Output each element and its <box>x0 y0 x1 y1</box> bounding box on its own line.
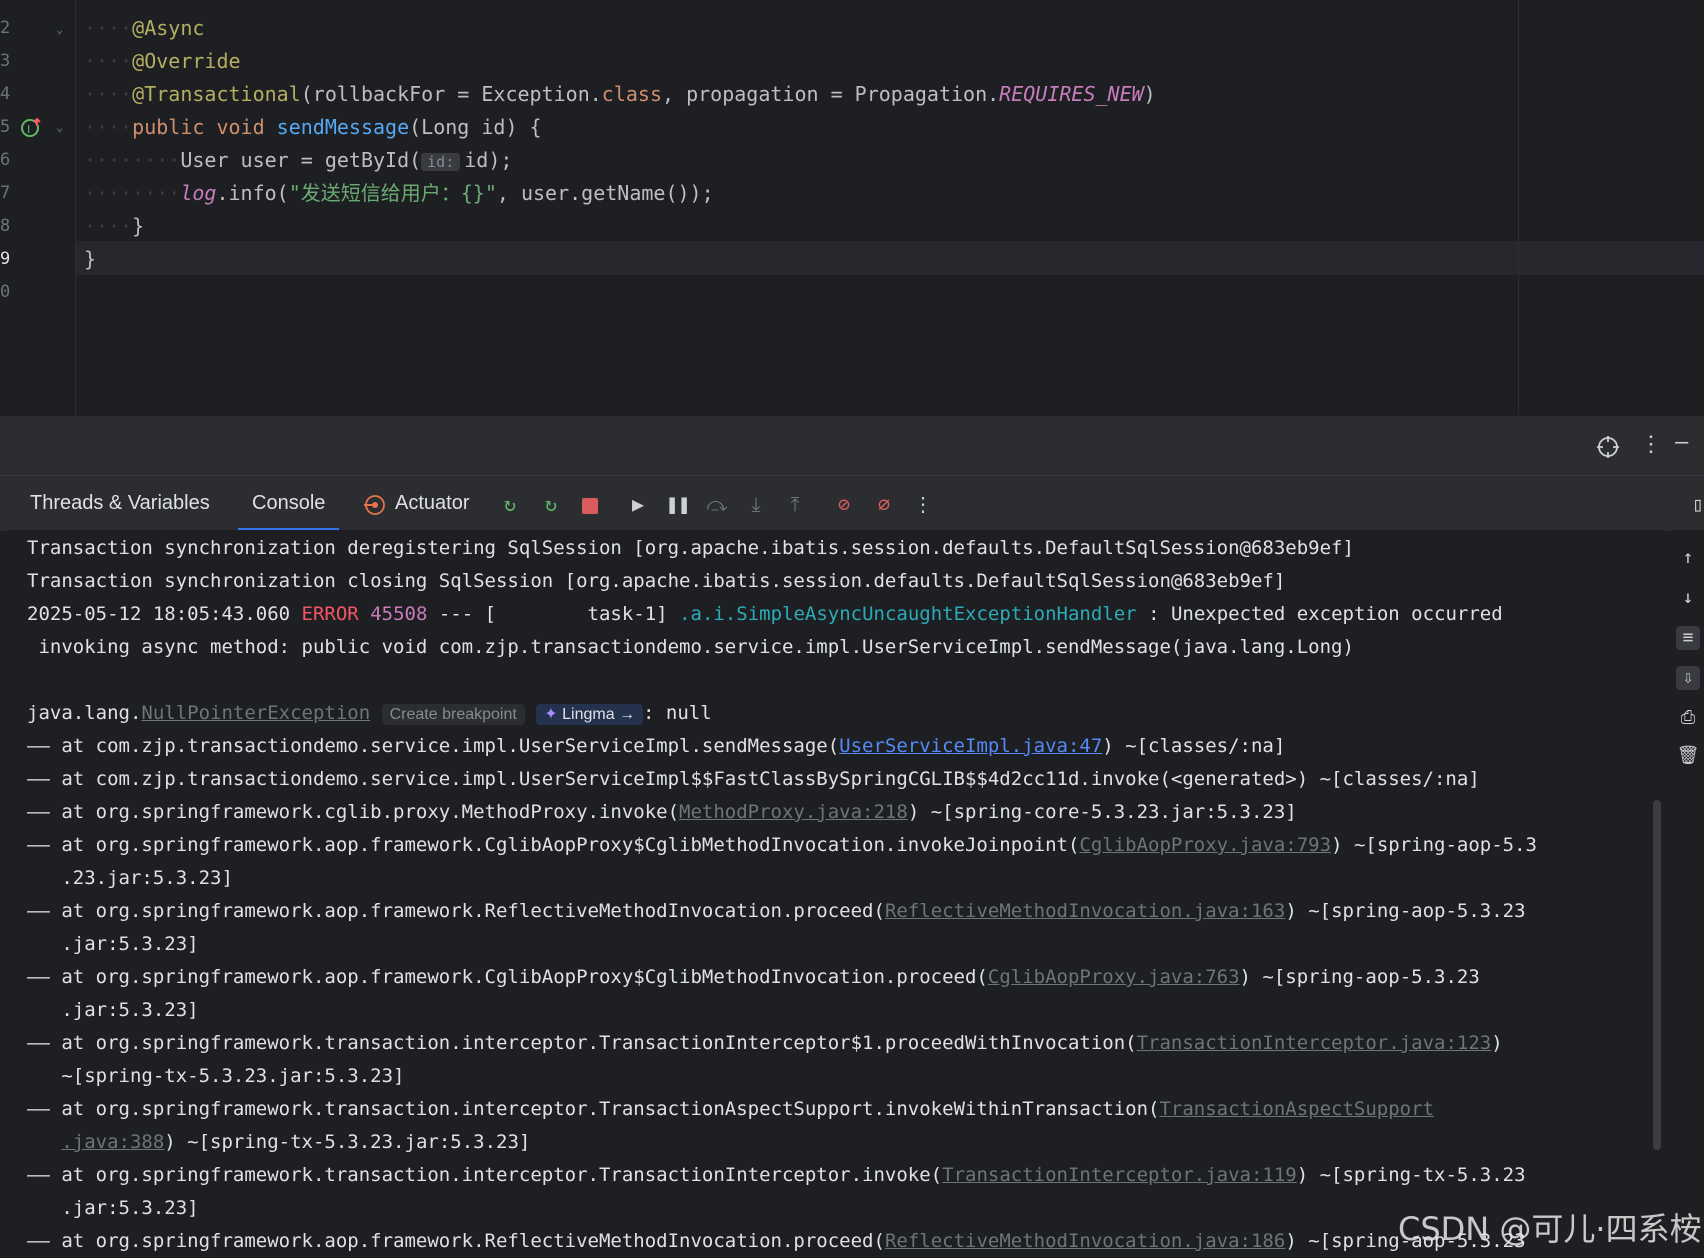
line-number: 6 <box>0 150 11 170</box>
code-line: ····@Override <box>84 49 241 73</box>
line-number: 3 <box>0 51 11 71</box>
crosshair-icon[interactable] <box>1596 435 1620 459</box>
layout-icon[interactable]: ▯ <box>1686 492 1704 516</box>
step-over-icon[interactable]: ⤼ <box>705 492 729 516</box>
stack-frame: —— at org.springframework.aop.framework.… <box>27 966 1480 988</box>
stop-icon[interactable] <box>578 492 602 516</box>
debug-panel-header: ⋮ — <box>0 415 1704 476</box>
stack-frame: —— at org.springframework.cglib.proxy.Me… <box>27 801 1297 823</box>
resume-icon[interactable]: ▶ <box>626 492 650 516</box>
line-number: 8 <box>0 216 11 236</box>
debug-toolbar: Threads & Variables Console Actuator ↻ ↻… <box>0 475 1704 531</box>
console-line: java.lang.NullPointerException Create br… <box>27 702 712 725</box>
stack-frame: —— at org.springframework.aop.framework.… <box>27 900 1526 922</box>
code-line: ····@Transactional(rollbackFor = Excepti… <box>84 82 1156 106</box>
console-scrollbar[interactable] <box>1653 800 1661 1150</box>
current-line-highlight <box>76 241 1704 275</box>
stack-frame: —— at com.zjp.transactiondemo.service.im… <box>27 735 1286 757</box>
scroll-down-icon[interactable]: ↓ <box>1676 586 1700 610</box>
editor-gutter: 2 3 4 5 6 7 8 9 0 ⌄ ⌄ I <box>0 0 76 415</box>
console-line: invoking async method: public void com.z… <box>27 636 1354 658</box>
more-options-icon[interactable]: ⋮ <box>1640 432 1662 457</box>
stack-frame-cont: .java:388) ~[spring-tx-5.3.23.jar:5.3.23… <box>61 1131 531 1153</box>
rerun-debug-icon[interactable]: ↻ <box>539 492 563 516</box>
source-link[interactable]: .java:388 <box>61 1131 164 1153</box>
console-line: Transaction synchronization closing SqlS… <box>27 570 1286 592</box>
create-breakpoint-button[interactable]: Create breakpoint <box>381 704 525 725</box>
stack-frame: —— at org.springframework.aop.framework.… <box>27 834 1537 856</box>
mute-breakpoints-icon[interactable]: ⌀ <box>872 492 896 516</box>
line-number: 5 <box>0 117 11 137</box>
more-actions-icon[interactable]: ⋮ <box>911 492 935 516</box>
lingma-button[interactable]: ✦ Lingma → <box>536 704 644 725</box>
pause-icon[interactable]: ❚❚ <box>666 492 690 516</box>
rerun-icon[interactable]: ↻ <box>498 492 522 516</box>
code-line: ········User user = getById(id: id); <box>84 148 513 172</box>
console-line: Transaction synchronization deregisterin… <box>27 537 1354 559</box>
tab-threads-variables[interactable]: Threads & Variables <box>30 476 210 531</box>
stack-frame: —— at com.zjp.transactiondemo.service.im… <box>27 768 1480 790</box>
source-link[interactable]: TransactionAspectSupport <box>1159 1098 1434 1120</box>
print-icon[interactable]: ⎙ <box>1676 706 1700 730</box>
scroll-up-icon[interactable]: ↑ <box>1676 546 1700 570</box>
stack-frame: —— at org.springframework.transaction.in… <box>27 1164 1526 1186</box>
stack-frame-cont: .jar:5.3.23] <box>27 1197 199 1219</box>
source-link[interactable]: ReflectiveMethodInvocation.java:163 <box>885 900 1285 922</box>
tab-console[interactable]: Console <box>237 476 340 531</box>
line-number: 0 <box>0 282 11 302</box>
code-line: } <box>84 247 97 271</box>
console-output[interactable]: Transaction synchronization deregisterin… <box>10 530 1662 1258</box>
scroll-to-end-icon[interactable]: ⇩ <box>1676 666 1700 690</box>
watermark: CSDN @可儿·四系桉 <box>1398 1210 1702 1248</box>
console-line: 2025-05-12 18:05:43.060 ERROR 45508 --- … <box>27 603 1503 625</box>
fold-chevron-icon[interactable]: ⌄ <box>56 22 68 36</box>
stack-frame-cont: ~[spring-tx-5.3.23.jar:5.3.23] <box>27 1065 405 1087</box>
trash-icon[interactable]: 🗑 <box>1676 744 1700 768</box>
soft-wrap-icon[interactable]: ≡ <box>1676 626 1700 650</box>
source-link[interactable]: ReflectiveMethodInvocation.java:186 <box>885 1230 1285 1252</box>
line-number: 7 <box>0 183 11 203</box>
source-link[interactable]: CglibAopProxy.java:763 <box>988 966 1240 988</box>
step-into-icon[interactable]: ⤓ <box>744 492 768 516</box>
step-out-icon[interactable]: ⤒ <box>783 492 807 516</box>
view-breakpoints-icon[interactable]: ⊘ <box>832 492 856 516</box>
stack-frame: —— at org.springframework.aop.framework.… <box>27 1230 1526 1252</box>
stack-frame: —— at org.springframework.transaction.in… <box>27 1032 1503 1054</box>
actuator-icon <box>364 495 385 515</box>
code-line: ····public void sendMessage(Long id) { <box>84 115 542 139</box>
console-side-toolbar: ↑ ↓ ≡ ⇩ ⎙ 🗑 <box>1670 530 1704 1258</box>
tab-actuator[interactable]: Actuator <box>395 476 469 531</box>
source-link[interactable]: TransactionInterceptor.java:119 <box>942 1164 1297 1186</box>
stack-frame-cont: .23.jar:5.3.23] <box>27 867 233 889</box>
code-line: ····@Async <box>84 16 205 40</box>
source-link[interactable]: CglibAopProxy.java:793 <box>1079 834 1331 856</box>
line-number: 2 <box>0 18 11 38</box>
right-margin-guide <box>1518 0 1519 415</box>
code-line: ········log.info("发送短信给用户：{}", user.getN… <box>84 181 714 205</box>
stack-frame-cont: .jar:5.3.23] <box>27 999 199 1021</box>
minimize-icon[interactable]: — <box>1675 430 1688 455</box>
parameter-hint: id: <box>421 153 461 171</box>
source-link[interactable]: MethodProxy.java:218 <box>679 801 908 823</box>
code-line: ····} <box>84 214 145 238</box>
lingma-icon: ✦ <box>544 706 558 723</box>
source-link[interactable]: UserServiceImpl.java:47 <box>839 735 1102 757</box>
code-editor[interactable]: 2 3 4 5 6 7 8 9 0 ⌄ ⌄ I ····@Async ····@… <box>0 0 1704 415</box>
exception-link[interactable]: NullPointerException <box>141 702 370 724</box>
implements-gutter-icon[interactable]: I <box>20 116 42 138</box>
svg-text:I: I <box>27 123 30 136</box>
line-number: 9 <box>0 249 11 269</box>
stack-frame: —— at org.springframework.transaction.in… <box>27 1098 1435 1120</box>
stack-frame-cont: .jar:5.3.23] <box>27 933 199 955</box>
line-number: 4 <box>0 84 11 104</box>
source-link[interactable]: TransactionInterceptor.java:123 <box>1137 1032 1492 1054</box>
fold-chevron-icon[interactable]: ⌄ <box>56 120 68 134</box>
